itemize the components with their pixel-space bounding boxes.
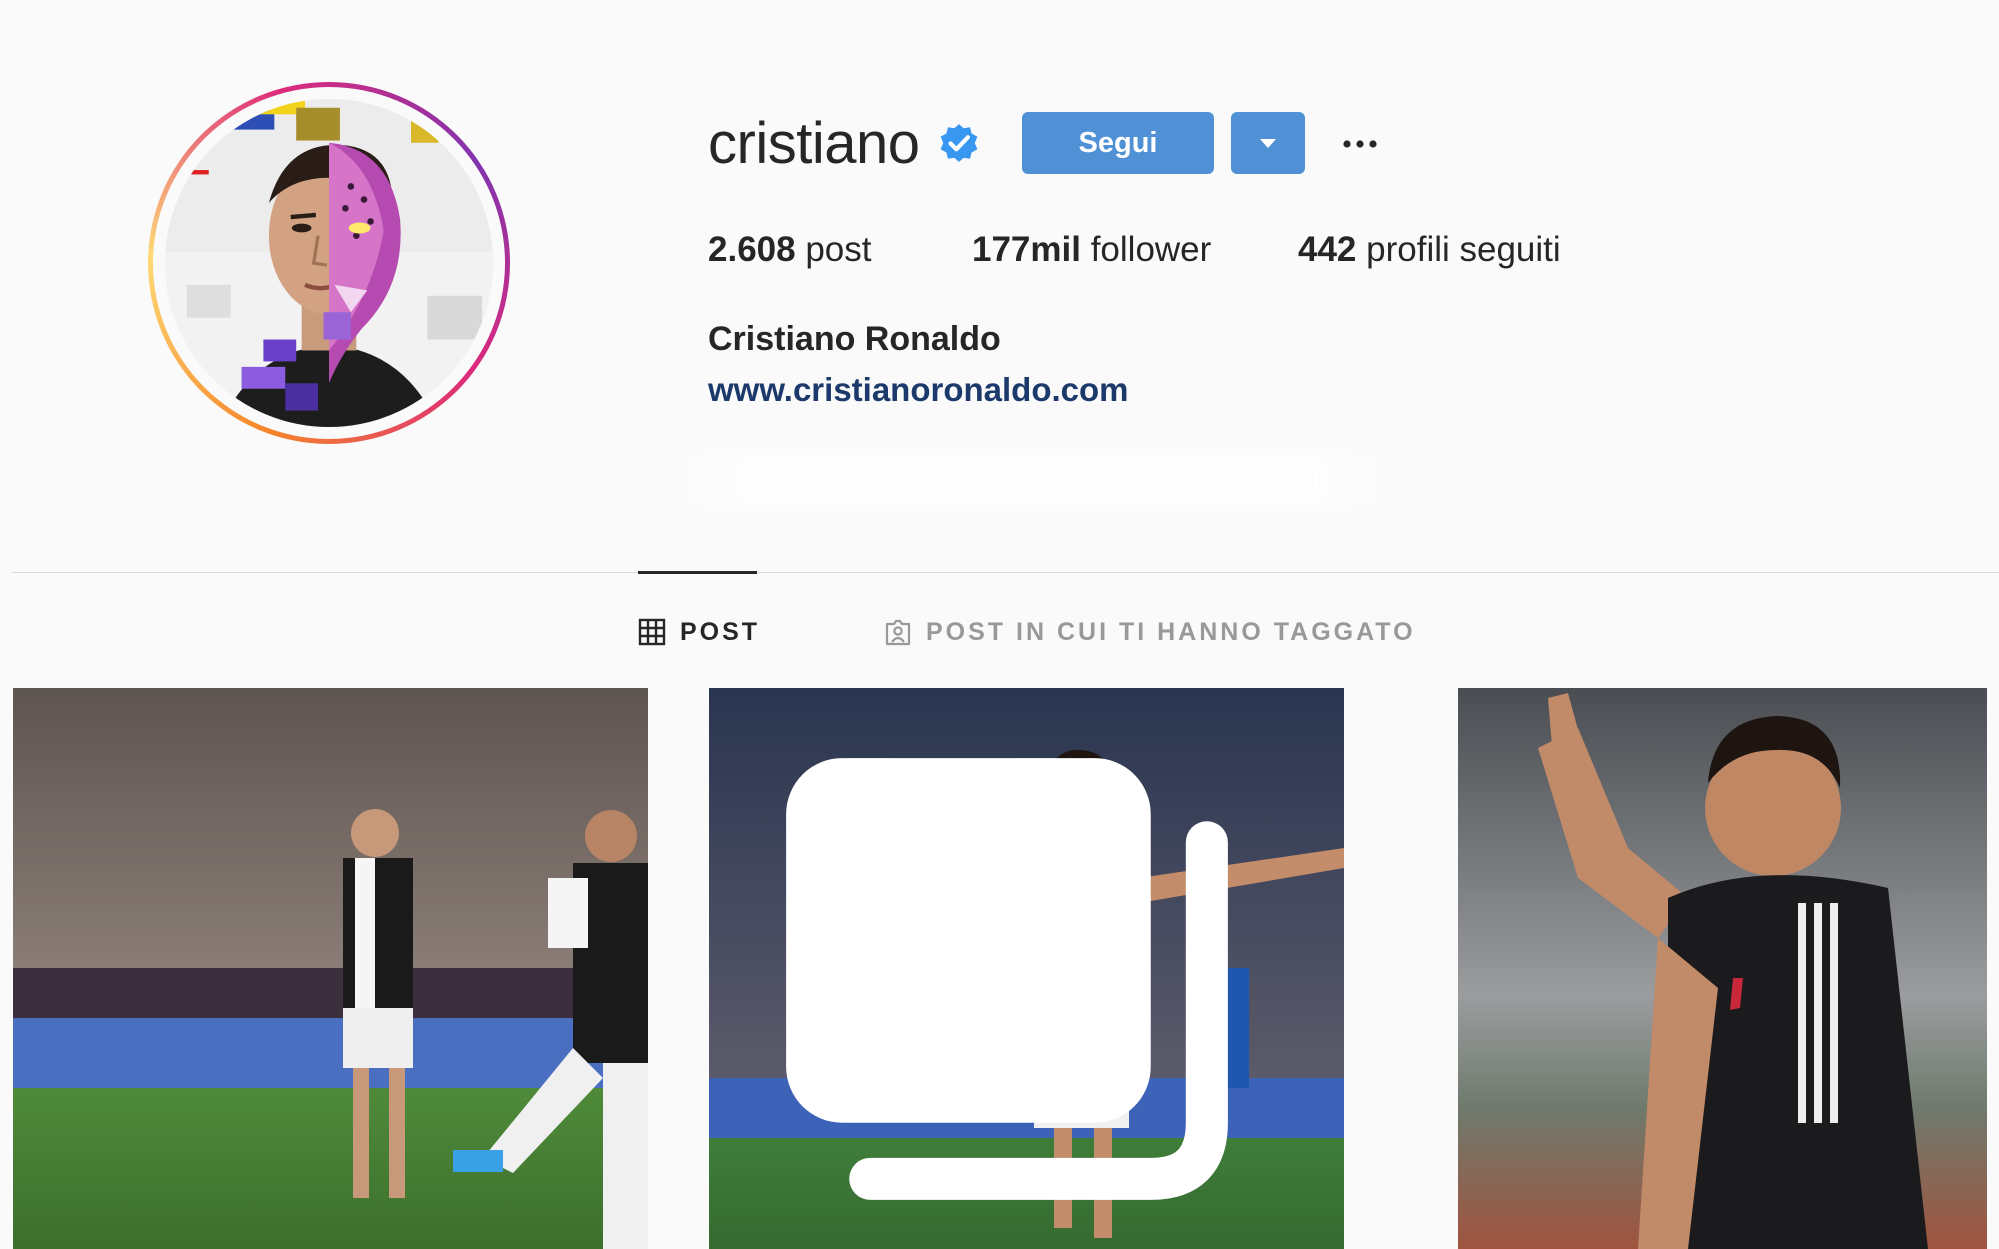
followers-count[interactable]: 177mil follower: [972, 228, 1211, 272]
story-ring[interactable]: [148, 82, 510, 444]
website-link[interactable]: www.cristianoronaldo.com: [708, 369, 1129, 411]
bio-blurred: [660, 452, 1400, 508]
following-count[interactable]: 442 profili seguiti: [1298, 228, 1561, 272]
suggested-dropdown-button[interactable]: [1231, 112, 1305, 174]
grid-icon: [638, 618, 666, 646]
posts-count-label: post: [805, 230, 872, 269]
post-image: [13, 688, 648, 1249]
tab-tagged[interactable]: POST IN CUI TI HANNO TAGGATO: [884, 612, 1416, 652]
tagged-person-icon: [885, 619, 911, 646]
post-thumbnail[interactable]: [13, 688, 648, 1249]
verified-badge-icon: [940, 124, 978, 162]
chevron-down-icon: [1260, 139, 1276, 148]
following-count-label: profili seguiti: [1366, 230, 1561, 269]
tabs-divider: [12, 572, 1999, 573]
username: cristiano: [708, 111, 920, 176]
active-tab-indicator: [638, 571, 757, 574]
carousel-icon: [786, 758, 1228, 1200]
posts-count: 2.608 post: [708, 228, 871, 272]
more-options-button[interactable]: [1336, 120, 1384, 168]
avatar-frame: [153, 87, 505, 439]
profile-page: cristiano Segui 2.608 post 177mil follow…: [0, 0, 1999, 1249]
followers-count-label: follower: [1090, 230, 1212, 269]
tab-posts-label: POST: [680, 618, 761, 646]
more-options-icon: [1343, 140, 1377, 148]
avatar-image: [165, 99, 493, 427]
full-name: Cristiano Ronaldo: [708, 320, 1001, 358]
post-thumbnail[interactable]: [709, 688, 1344, 1249]
tab-tagged-label: POST IN CUI TI HANNO TAGGATO: [926, 618, 1416, 646]
posts-count-value: 2.608: [708, 230, 796, 269]
follow-button[interactable]: Segui: [1022, 112, 1214, 174]
following-count-value: 442: [1298, 230, 1357, 269]
followers-count-value: 177mil: [972, 230, 1081, 269]
tab-posts[interactable]: POST: [638, 612, 760, 652]
avatar[interactable]: [165, 99, 493, 427]
post-thumbnail[interactable]: [1458, 688, 1987, 1249]
post-image: [1458, 688, 1987, 1249]
